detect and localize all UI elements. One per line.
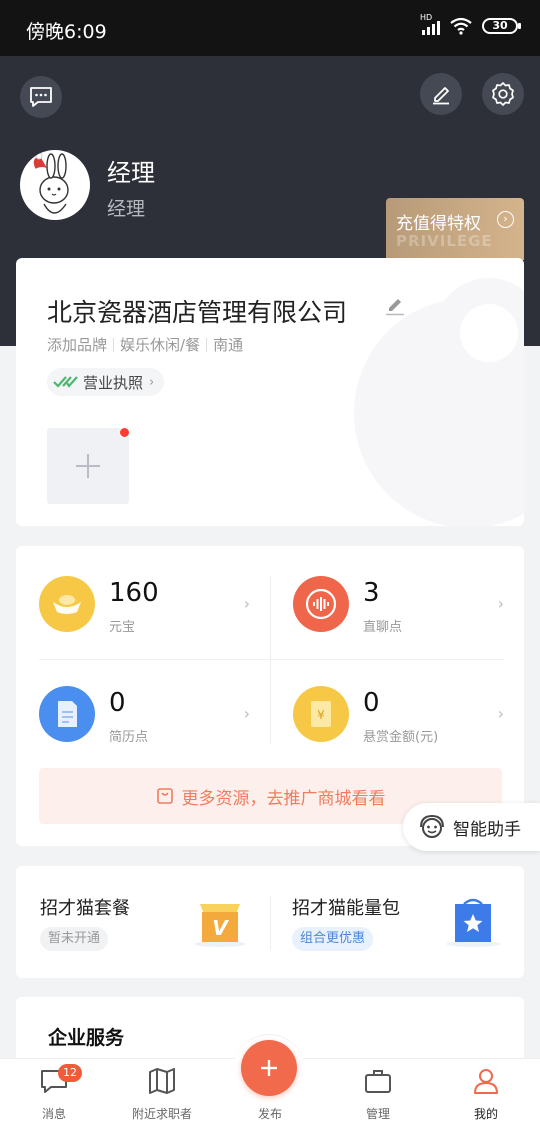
- stat-chat-points[interactable]: 3 直聊点 ›: [270, 546, 524, 656]
- package-title: 招才猫能量包: [292, 898, 400, 919]
- plus-icon: [261, 1060, 277, 1076]
- voice-wave-icon: [293, 576, 349, 632]
- stat-label: 直聊点: [363, 620, 403, 635]
- privilege-watermark: PRIVILEGE: [396, 232, 493, 250]
- license-label: 营业执照: [83, 373, 144, 392]
- publish-button[interactable]: [241, 1040, 297, 1096]
- double-check-icon: [53, 376, 78, 388]
- stat-label: 悬赏金额(元): [363, 730, 439, 745]
- settings-button[interactable]: [482, 73, 524, 115]
- stat-value: 0: [109, 688, 126, 718]
- chevron-right-icon: ›: [149, 374, 155, 390]
- smart-assistant-button[interactable]: 智能助手: [403, 803, 540, 851]
- package-title: 招才猫套餐: [40, 898, 130, 919]
- status-time: 傍晚6:09: [26, 21, 107, 43]
- unread-badge: 12: [58, 1064, 82, 1082]
- wifi-icon: [450, 17, 472, 35]
- divider: [270, 576, 271, 744]
- add-photo-button[interactable]: [47, 427, 130, 504]
- pencil-icon[interactable]: [384, 294, 406, 316]
- battery-icon: 30: [482, 18, 521, 34]
- tab-label: 消息: [41, 1107, 66, 1121]
- assistant-label: 智能助手: [453, 819, 521, 840]
- industry-label: 娱乐休闲/餐: [120, 336, 201, 354]
- rabbit-avatar-icon: [32, 152, 69, 214]
- edit-icon: [433, 87, 449, 105]
- tab-manage[interactable]: 管理: [324, 1059, 432, 1124]
- tab-label: 发布: [257, 1107, 282, 1121]
- stat-value: 0: [363, 688, 380, 718]
- gear-icon: [492, 82, 514, 106]
- stat-resume-points[interactable]: 0 简历点 ›: [16, 656, 270, 766]
- chevron-right-icon: ›: [497, 211, 514, 228]
- vip-box-icon: V: [194, 904, 246, 947]
- map-icon: [149, 1068, 175, 1094]
- shopping-bag-icon: [156, 788, 173, 804]
- company-name[interactable]: 北京瓷器酒店管理有限公司: [47, 293, 347, 329]
- stat-value: 3: [363, 578, 380, 608]
- chevron-right-icon: ›: [243, 594, 250, 613]
- business-license-chip[interactable]: 营业执照 ›: [47, 368, 165, 396]
- section-title: 企业服务: [48, 1027, 125, 1049]
- plus-icon: [76, 454, 100, 478]
- tab-label: 管理: [365, 1107, 390, 1121]
- privilege-label: 充值得特权: [396, 214, 481, 234]
- tab-messages[interactable]: 12 消息: [0, 1059, 108, 1124]
- stat-label: 元宝: [109, 620, 136, 635]
- packages-card: 招才猫套餐 暂未开通 V 招才猫能量包 组合更优惠: [16, 866, 524, 978]
- status-icons: HD 30: [420, 13, 521, 35]
- promo-text: 更多资源，去推广商城看看: [181, 788, 386, 809]
- chevron-right-icon: ›: [497, 704, 504, 723]
- tab-label: 附近求职者: [131, 1107, 192, 1121]
- stats-card: 160 元宝 › 3 直聊点 › 0 简历点 › ¥ 0 悬赏金额(元) › 更…: [16, 546, 524, 846]
- package-plan[interactable]: 招才猫套餐 暂未开通 V: [16, 866, 270, 978]
- status-bar: 傍晚6:09 HD 30: [0, 0, 540, 56]
- bounty-scroll-icon: ¥: [293, 686, 349, 742]
- divider: [39, 659, 504, 660]
- resume-document-icon: [39, 686, 95, 742]
- tab-label: 我的: [473, 1107, 498, 1121]
- stat-yuanbao[interactable]: 160 元宝 ›: [16, 546, 270, 656]
- svg-text:¥: ¥: [317, 708, 325, 722]
- company-card: 北京瓷器酒店管理有限公司 添加品牌 娱乐休闲/餐 南通 营业执照 ›: [16, 258, 524, 526]
- city-label: 南通: [213, 336, 244, 354]
- package-promo-tag: 组合更优惠: [292, 927, 374, 951]
- star-bag-icon: [446, 898, 500, 947]
- chevron-right-icon: ›: [243, 704, 250, 723]
- add-brand-link[interactable]: 添加品牌: [47, 334, 107, 355]
- package-energy[interactable]: 招才猫能量包 组合更优惠: [270, 866, 524, 978]
- user-name: 经理: [107, 159, 155, 187]
- headset-robot-icon: [420, 814, 444, 838]
- tab-nearby-job-seekers[interactable]: 附近求职者: [108, 1059, 216, 1124]
- edit-button[interactable]: [420, 73, 462, 115]
- notification-dot: [119, 427, 130, 438]
- stat-label: 简历点: [109, 730, 149, 745]
- ingot-icon: [39, 576, 95, 632]
- signal-icon: HD: [420, 13, 440, 35]
- chat-button[interactable]: [20, 76, 62, 118]
- stat-value: 160: [109, 578, 159, 608]
- stat-bounty-amount[interactable]: ¥ 0 悬赏金额(元) ›: [270, 656, 524, 766]
- company-meta: 添加品牌 娱乐休闲/餐 南通: [47, 334, 243, 355]
- privilege-banner[interactable]: 充值得特权 › PRIVILEGE: [386, 198, 524, 260]
- user-icon: [474, 1069, 498, 1094]
- network-type-label: HD: [420, 13, 433, 22]
- svg-text:V: V: [212, 916, 229, 940]
- avatar[interactable]: [20, 150, 90, 220]
- chat-bubble-icon: [30, 87, 52, 107]
- chevron-right-icon: ›: [497, 594, 504, 613]
- tab-mine[interactable]: 我的: [432, 1059, 540, 1124]
- package-status-tag: 暂未开通: [40, 927, 109, 951]
- briefcase-icon: [365, 1070, 391, 1093]
- user-role: 经理: [107, 198, 146, 220]
